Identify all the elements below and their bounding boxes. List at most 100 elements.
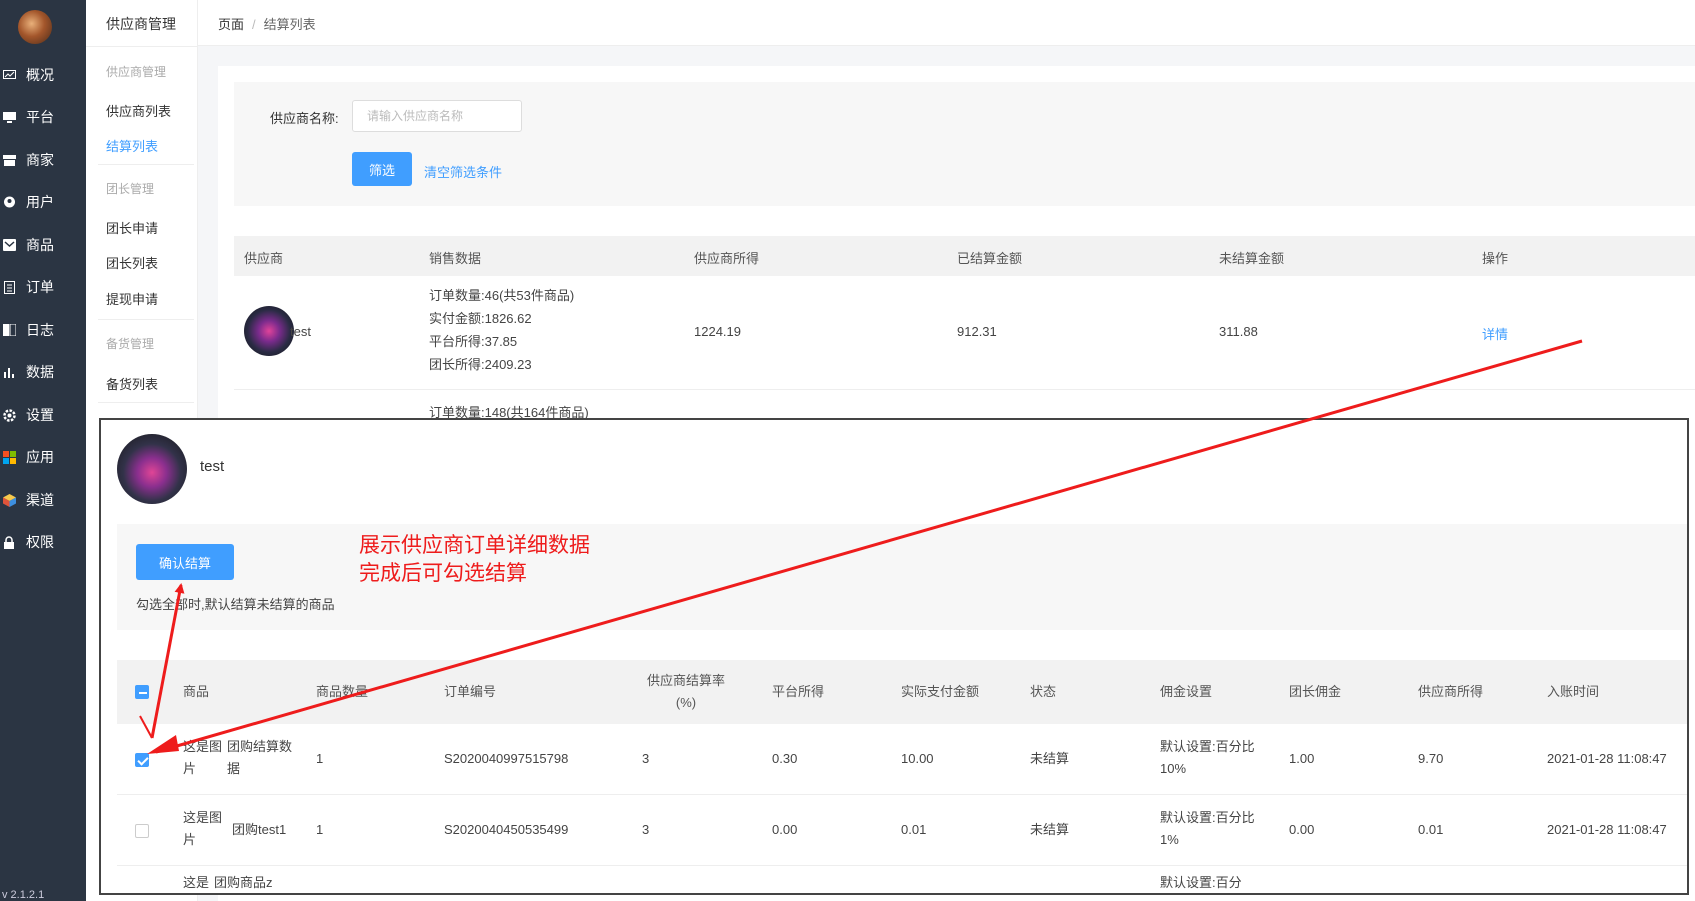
store-icon	[2, 154, 16, 166]
settle-rate: 3	[642, 822, 650, 837]
column-header: 佣金设置	[1160, 684, 1213, 699]
select-all-checkbox[interactable]	[135, 685, 149, 699]
platform-income: 0.00	[772, 822, 798, 837]
row-checkbox[interactable]	[135, 753, 149, 767]
nav-item-log[interactable]: 日志	[0, 315, 86, 345]
app-logo[interactable]	[18, 10, 52, 44]
monitor-icon	[2, 111, 16, 123]
column-header: 销售数据	[429, 251, 482, 266]
leader-commission: 0.00	[1289, 822, 1315, 837]
supplier-name-input[interactable]	[352, 100, 522, 132]
nav-label: 日志	[26, 322, 54, 338]
annotation-line: 完成后可勾选结算	[359, 562, 527, 585]
row-checkbox[interactable]	[135, 824, 149, 838]
column-header: 商品	[183, 684, 210, 699]
nav-item-settings[interactable]: 设置	[0, 400, 86, 430]
divider	[98, 164, 194, 165]
table-row: 这是图片 团购test1 1 S2020040450535499 3 0.00 …	[117, 795, 1687, 866]
breadcrumb: 页面 / 结算列表	[218, 14, 316, 33]
goods-name: 团购test1	[232, 822, 287, 837]
nav-item-merchant[interactable]: 商家	[0, 145, 86, 175]
nav-item-user[interactable]: 用户	[0, 187, 86, 217]
column-header: 已结算金额	[957, 251, 1023, 266]
goods-qty: 1	[316, 751, 324, 766]
column-header: 供应商所得	[694, 251, 760, 266]
sales-line: 平台所得:37.85	[429, 334, 518, 349]
column-header: 订单编号	[444, 684, 497, 699]
nav-label: 用户	[26, 194, 54, 210]
nav-item-platform[interactable]: 平台	[0, 102, 86, 132]
sales-line: 订单数量:46(共53件商品)	[429, 288, 575, 303]
column-header: 操作	[1482, 251, 1509, 266]
chart-monitor-icon	[2, 69, 16, 81]
table-header: 供应商 销售数据 供应商所得 已结算金额 未结算金额 操作	[234, 236, 1695, 276]
nav-label: 应用	[26, 449, 54, 465]
divider	[98, 319, 194, 320]
subnav-link-withdraw-apply[interactable]: 提现申请	[106, 289, 158, 308]
nav-item-data[interactable]: 数据	[0, 357, 86, 387]
supplier-income: 9.70	[1418, 751, 1444, 766]
supplier-avatar	[244, 306, 294, 356]
gear-icon	[2, 408, 16, 422]
breadcrumb-current: 结算列表	[263, 17, 316, 32]
nav-label: 平台	[26, 109, 54, 125]
table-row: test 订单数量:46(共53件商品) 实付金额:1826.62 平台所得:3…	[234, 276, 1695, 390]
user-icon	[2, 196, 16, 208]
goods-qty: 1	[316, 822, 324, 837]
bar-chart-icon	[2, 366, 16, 378]
subnav-link-supplier-list[interactable]: 供应商列表	[106, 101, 171, 120]
subnav-group-title: 备货管理	[106, 337, 155, 351]
clear-filter-link[interactable]: 清空筛选条件	[424, 162, 502, 181]
paid-amount: 0.01	[901, 822, 927, 837]
nav-label: 概况	[26, 67, 54, 83]
channel-cube-icon	[2, 493, 16, 507]
nav-label: 商品	[26, 237, 54, 253]
breadcrumb-separator: /	[252, 17, 256, 32]
subnav-group-title: 供应商管理	[106, 65, 167, 79]
leader-commission: 1.00	[1289, 751, 1315, 766]
nav-item-overview[interactable]: 概况	[0, 60, 86, 90]
nav-item-permission[interactable]: 权限	[0, 527, 86, 557]
annotation-line: 展示供应商订单详细数据	[359, 534, 590, 557]
nav-item-apps[interactable]: 应用	[0, 442, 86, 472]
lock-icon	[2, 535, 16, 549]
detail-link[interactable]: 详情	[1482, 324, 1508, 343]
sales-line: 团长所得:2409.23	[429, 357, 532, 372]
column-header: 供应商所得	[1418, 684, 1484, 699]
nav-label: 订单	[26, 279, 54, 295]
nav-item-channel[interactable]: 渠道	[0, 485, 86, 515]
confirm-settle-button[interactable]: 确认结算	[136, 544, 234, 580]
nav-item-order[interactable]: 订单	[0, 272, 86, 302]
supplier-income: 0.01	[1418, 822, 1444, 837]
modal-supplier-name: test	[200, 458, 225, 475]
supplier-name-label: 供应商名称:	[270, 111, 339, 126]
subnav-link-stock-list[interactable]: 备货列表	[106, 374, 158, 393]
entry-time: 2021-01-28 11:08:47	[1547, 822, 1667, 837]
annotation-text: 展示供应商订单详细数据 完成后可勾选结算	[359, 532, 590, 588]
column-header: 实际支付金额	[901, 684, 980, 699]
breadcrumb-root[interactable]: 页面	[218, 17, 244, 32]
column-header: 供应商结算率(%)	[646, 673, 725, 710]
log-book-icon	[2, 324, 16, 336]
table-row: 这是图片 团购结算数据 1 S2020040997515798 3 0.30 1…	[117, 724, 1687, 795]
subnav-link-leader-list[interactable]: 团长列表	[106, 253, 158, 272]
subnav-link-leader-apply[interactable]: 团长申请	[106, 218, 158, 237]
divider	[98, 402, 194, 403]
column-header: 商品数量	[316, 684, 369, 699]
goods-box-icon	[2, 239, 16, 251]
subnav-link-settlement-list[interactable]: 结算列表	[106, 136, 158, 155]
column-header: 入账时间	[1547, 684, 1600, 699]
nav-item-goods[interactable]: 商品	[0, 230, 86, 260]
sales-data: 订单数量:46(共53件商品) 实付金额:1826.62 平台所得:37.85 …	[429, 284, 574, 376]
column-header: 供应商	[244, 251, 284, 266]
goods-name: 团购商品z	[214, 875, 273, 890]
supplier-avatar	[117, 434, 187, 504]
entry-time: 2021-01-28 11:08:47	[1547, 751, 1667, 766]
filter-button[interactable]: 筛选	[352, 152, 412, 186]
filter-panel: 供应商名称: 筛选 清空筛选条件	[234, 82, 1695, 206]
subnav-group-title: 团长管理	[106, 182, 155, 196]
settle-action-panel: 确认结算 勾选全部时,默认结算未结算的商品	[117, 524, 1687, 630]
order-document-icon	[2, 280, 16, 294]
settled-amount: 912.31	[957, 324, 997, 339]
settle-hint: 勾选全部时,默认结算未结算的商品	[136, 597, 335, 612]
